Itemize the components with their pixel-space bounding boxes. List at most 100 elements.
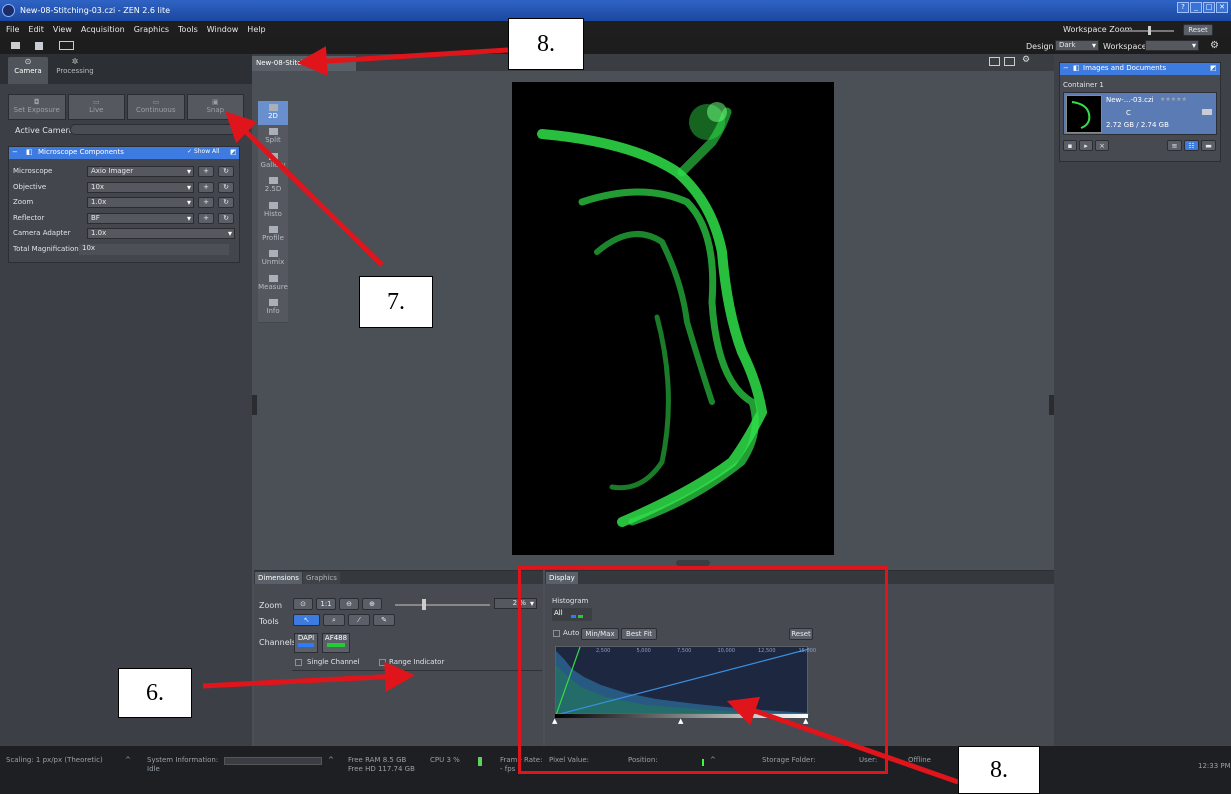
fps-value: - fps — [500, 765, 516, 773]
component-value-select[interactable]: 1.0x — [87, 228, 235, 240]
component-add-button[interactable]: + — [198, 212, 214, 224]
tab-dimensions[interactable]: Dimensions — [255, 572, 302, 584]
open-icon[interactable] — [11, 42, 20, 49]
thumbnail-image — [1071, 101, 1091, 129]
channel-af488[interactable]: AF488 — [322, 633, 350, 653]
menu-acquisition[interactable]: Acquisition — [81, 25, 125, 34]
view-tool-1[interactable]: Split — [258, 125, 288, 153]
live-label: Live — [89, 106, 104, 114]
pin-icon[interactable]: ◩ — [230, 148, 237, 156]
open-document-button[interactable]: ▸ — [1079, 140, 1093, 151]
close-document-button[interactable]: × — [1095, 140, 1109, 151]
component-refresh-button[interactable]: ↻ — [218, 197, 234, 209]
component-refresh-button[interactable]: ↻ — [218, 212, 234, 224]
component-value-select[interactable]: Axio Imager — [87, 166, 194, 177]
collapse-icon[interactable]: − — [12, 148, 18, 156]
tab-camera[interactable]: ⊙ Camera — [8, 57, 48, 84]
component-value-select[interactable]: 10x — [87, 181, 194, 193]
draw-tool-button[interactable]: ✎ — [373, 614, 395, 626]
set-exposure-button[interactable]: ◘ Set Exposure — [8, 94, 66, 120]
maximize-button[interactable]: □ — [1203, 2, 1215, 13]
view-tool-5[interactable]: Profile — [258, 223, 288, 250]
thumb-view-button[interactable]: ▬ — [1201, 140, 1216, 151]
design-select[interactable]: Dark — [1055, 40, 1099, 51]
view-tool-6[interactable]: Unmix — [258, 247, 288, 275]
menu-graphics[interactable]: Graphics — [134, 25, 169, 34]
continuous-button[interactable]: ▭ Continuous — [127, 94, 185, 120]
zoom-fit-button[interactable]: ⊙ — [293, 598, 313, 610]
workspace-reset-button[interactable]: Reset — [1183, 24, 1213, 36]
zoom-slider[interactable] — [395, 604, 490, 606]
stitched-image[interactable] — [512, 82, 834, 555]
menu-tools[interactable]: Tools — [178, 25, 198, 34]
container-label: Container 1 — [1063, 81, 1104, 89]
view-tool-0[interactable]: 2D — [258, 101, 288, 128]
zoom-out-button[interactable]: ⊖ — [339, 598, 359, 610]
component-add-button[interactable]: + — [198, 181, 214, 193]
menu-help[interactable]: Help — [247, 25, 265, 34]
component-refresh-button[interactable]: ↻ — [218, 166, 234, 177]
images-pin-icon[interactable]: ◩ — [1210, 64, 1217, 72]
collapse-images-icon[interactable]: − — [1063, 64, 1069, 72]
view-tool-4[interactable]: Histo — [258, 198, 288, 226]
expand-status-icon[interactable]: ^ — [125, 756, 131, 765]
view-tool-icon — [268, 299, 278, 307]
document-tab[interactable]: New-08-Stitch — [252, 56, 356, 71]
component-value-select[interactable]: 1.0x — [87, 197, 194, 209]
microscope-components-header[interactable]: − ◧ Microscope Components ✓ Show All ◩ — [9, 147, 239, 159]
menu-view[interactable]: View — [53, 25, 72, 34]
left-splitter-handle[interactable] — [252, 395, 257, 415]
channel-dapi[interactable]: DAPI — [294, 633, 318, 653]
live-button[interactable]: ▭ Live — [67, 94, 125, 120]
view-settings-gear-icon[interactable]: ⚙ — [1022, 55, 1030, 65]
workspace-zoom-thumb[interactable] — [1148, 26, 1151, 35]
document-flag: C — [1126, 109, 1131, 117]
save-document-button[interactable]: ▪ — [1063, 140, 1077, 151]
expand-system-icon[interactable]: ^ — [328, 756, 334, 765]
detail-view-button[interactable]: ☷ — [1184, 140, 1199, 151]
close-button[interactable]: ✕ — [1216, 2, 1228, 13]
document-entry[interactable]: New-...-03.czi ★★★★★ C 2.72 GB / 2.74 GB — [1063, 92, 1217, 135]
menu-edit[interactable]: Edit — [28, 25, 44, 34]
view-tool-8[interactable]: Info — [258, 296, 288, 324]
view-tool-7[interactable]: Measure — [258, 271, 288, 299]
workspace-select[interactable] — [1145, 40, 1199, 51]
component-add-button[interactable]: + — [198, 197, 214, 209]
zoom-slider-thumb[interactable] — [422, 599, 426, 610]
zoom-100-button[interactable]: 1:1 — [316, 598, 336, 610]
menu-window[interactable]: Window — [207, 25, 239, 34]
zoom-in-button[interactable]: ⊕ — [362, 598, 382, 610]
view-tool-2[interactable]: Gallery — [258, 149, 288, 177]
single-channel-checkbox[interactable] — [295, 659, 302, 666]
layout-icon[interactable] — [59, 41, 74, 50]
snap-button[interactable]: ▣ Snap — [186, 94, 244, 120]
rating-stars[interactable]: ★★★★★ — [1160, 96, 1187, 103]
list-view-button[interactable]: ≡ — [1167, 140, 1182, 151]
view-tool-icon — [268, 104, 278, 111]
component-value-select[interactable]: 10x — [79, 244, 229, 255]
images-documents-header[interactable]: − ◧ Images and Documents ◩ — [1060, 63, 1220, 75]
tab-graphics[interactable]: Graphics — [303, 572, 340, 584]
measure-tool-button[interactable]: ⁄ — [348, 614, 370, 626]
pointer-tool-button[interactable]: ↖ — [293, 614, 320, 626]
component-add-button[interactable]: + — [198, 166, 214, 177]
show-all-toggle[interactable]: ✓ Show All — [187, 148, 219, 155]
minimize-button[interactable]: _ — [1190, 2, 1202, 13]
divider — [292, 670, 542, 671]
settings-gear-icon[interactable]: ⚙ — [1210, 40, 1219, 51]
cpu-usage: CPU 3 % — [430, 756, 460, 764]
active-camera-select[interactable] — [70, 124, 250, 135]
component-value-select[interactable]: BF — [87, 212, 194, 224]
channel-dapi-swatch — [298, 643, 314, 647]
view-tool-3[interactable]: 2.5D — [258, 174, 288, 202]
split-view-icon[interactable] — [1004, 57, 1015, 66]
component-refresh-button[interactable]: ↻ — [218, 181, 234, 193]
tab-processing[interactable]: ✲ Processing — [52, 57, 98, 84]
magnifier-tool-button[interactable]: ⌕ — [323, 614, 345, 626]
save-icon[interactable] — [35, 42, 43, 50]
active-camera-label: Active Camera — [15, 126, 74, 135]
grid-view-icon[interactable] — [989, 57, 1000, 66]
help-button[interactable]: ? — [1177, 2, 1189, 13]
menu-file[interactable]: File — [6, 25, 19, 34]
range-indicator-checkbox[interactable] — [379, 659, 386, 666]
